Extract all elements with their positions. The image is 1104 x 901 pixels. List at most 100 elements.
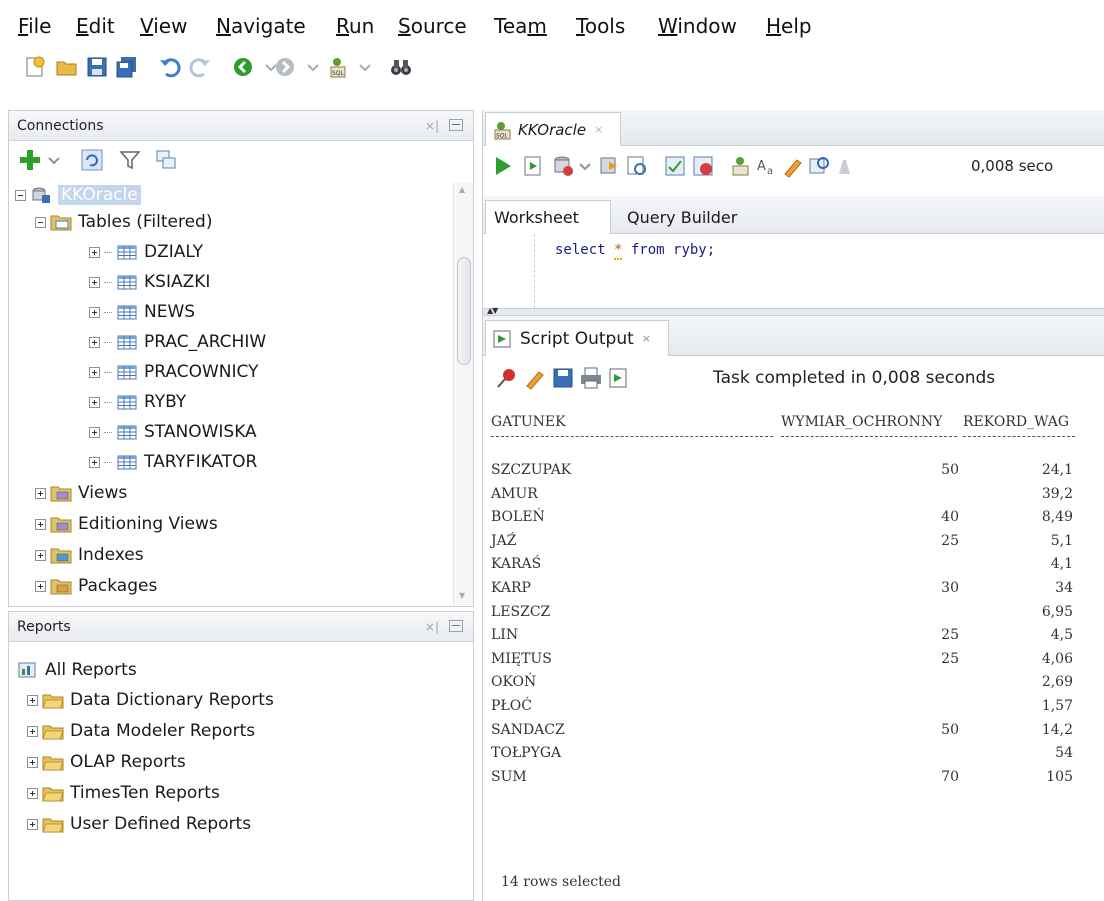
menu-navigate[interactable]: Navigate <box>216 14 306 38</box>
expand-icon[interactable] <box>89 456 100 468</box>
connections-scrollbar[interactable]: ▲ ▼ <box>453 183 473 605</box>
scroll-down-icon[interactable]: ▼ <box>459 591 465 600</box>
open-file-icon[interactable] <box>607 366 631 390</box>
tree-node-report-folder[interactable]: TimesTen Reports <box>27 779 220 807</box>
tree-node-table[interactable]: TARYFIKATOR <box>89 448 257 476</box>
tree-node-table[interactable]: PRACOWNICY <box>89 358 258 386</box>
expand-icon[interactable] <box>35 549 46 561</box>
expand-icon[interactable] <box>89 246 100 258</box>
menu-tools[interactable]: Tools <box>576 14 625 38</box>
print-icon[interactable] <box>579 366 603 390</box>
menu-edit[interactable]: Edit <box>76 14 115 38</box>
tree-node-table[interactable]: KSIAZKI <box>89 268 210 296</box>
back-icon[interactable] <box>230 54 256 80</box>
expand-icon[interactable] <box>27 694 38 706</box>
tree-node-table[interactable]: DZIALY <box>89 238 203 266</box>
expand-icon[interactable] <box>89 366 100 378</box>
scrollbar-thumb[interactable] <box>457 257 471 365</box>
tree-node-report-folder[interactable]: Data Dictionary Reports <box>27 686 274 714</box>
redo-icon[interactable] <box>186 54 212 80</box>
open-icon[interactable] <box>54 54 80 80</box>
menu-run[interactable]: Run <box>336 14 374 38</box>
expand-icon[interactable] <box>89 306 100 318</box>
expand-icon[interactable] <box>89 396 100 408</box>
tree-node-report-folder[interactable]: OLAP Reports <box>27 748 186 776</box>
tree-node-editioning-views[interactable]: Editioning Views <box>35 510 218 538</box>
eraser-icon[interactable] <box>781 154 805 178</box>
commit-icon[interactable] <box>551 154 575 178</box>
tree-node-all-reports[interactable]: All Reports <box>17 656 137 684</box>
editor-splitter[interactable]: ▲▼ <box>483 306 1104 316</box>
chevron-down-icon[interactable] <box>352 54 378 80</box>
sql-editor[interactable]: select * from ryby; <box>483 234 1104 308</box>
tab-script-output[interactable]: Script Output × <box>485 320 669 356</box>
menu-team[interactable]: Team <box>494 14 547 38</box>
splitter-arrows-icon[interactable]: ▲▼ <box>487 306 498 315</box>
minimize-icon[interactable]: ×| <box>425 620 439 634</box>
tree-node-table[interactable]: STANOWISKA <box>89 418 257 446</box>
format-icon[interactable]: A a <box>755 154 779 178</box>
maximize-icon[interactable] <box>449 620 463 632</box>
scroll-up-icon[interactable]: ▲ <box>459 185 465 194</box>
tuning-advisor-icon[interactable] <box>833 154 857 178</box>
expand-icon[interactable] <box>89 336 100 348</box>
menu-source[interactable]: Source <box>398 14 467 38</box>
save-icon[interactable] <box>551 366 575 390</box>
minimize-icon[interactable]: ×| <box>425 119 439 133</box>
forward-icon[interactable] <box>272 54 298 80</box>
tab-kkoracle[interactable]: SQL KKOracle × <box>485 112 621 146</box>
maximize-icon[interactable] <box>449 119 463 131</box>
add-connection-icon[interactable] <box>17 147 43 173</box>
expand-icon[interactable] <box>27 818 38 830</box>
run-script-icon[interactable] <box>521 154 545 178</box>
collapse-icon[interactable] <box>35 216 46 228</box>
tree-node-table[interactable]: PRAC_ARCHIW <box>89 328 266 356</box>
tree-node-indexes[interactable]: Indexes <box>35 541 144 569</box>
sql-history-icon[interactable] <box>729 154 753 178</box>
autotrace-icon[interactable] <box>663 154 687 178</box>
menu-help[interactable]: Help <box>766 14 812 38</box>
expand-icon[interactable] <box>27 725 38 737</box>
tree-node-connection[interactable]: KKOracle <box>15 181 141 209</box>
tree-node-report-folder[interactable]: Data Modeler Reports <box>27 717 255 745</box>
rollback-icon[interactable] <box>597 154 621 178</box>
menu-file[interactable]: File <box>18 14 51 38</box>
undo-icon[interactable] <box>158 54 184 80</box>
expand-icon[interactable] <box>89 276 100 288</box>
expand-icon[interactable] <box>35 487 46 499</box>
close-icon[interactable]: × <box>642 332 651 345</box>
tree-node-report-folder[interactable]: User Defined Reports <box>27 810 251 838</box>
menu-view[interactable]: View <box>140 14 187 38</box>
eraser-icon[interactable] <box>523 366 547 390</box>
find-binoculars-icon[interactable] <box>388 54 414 80</box>
tree-node-packages[interactable]: Packages <box>35 572 157 600</box>
sql-statement[interactable]: select * from ryby; <box>555 242 715 260</box>
refresh-icon[interactable] <box>79 147 105 173</box>
tree-node-views[interactable]: Views <box>35 479 127 507</box>
close-icon[interactable]: × <box>594 123 603 136</box>
expand-icon[interactable] <box>27 756 38 768</box>
chevron-down-icon[interactable] <box>45 147 63 173</box>
tree-node-table[interactable]: NEWS <box>89 298 195 326</box>
run-statement-icon[interactable] <box>491 154 515 178</box>
tab-worksheet[interactable]: Worksheet <box>485 200 611 234</box>
chevron-down-icon[interactable] <box>300 54 326 80</box>
new-icon[interactable] <box>22 54 48 80</box>
explain-plan-icon[interactable] <box>625 154 649 178</box>
unshared-worksheet-icon[interactable] <box>807 154 831 178</box>
pin-icon[interactable] <box>495 366 519 390</box>
expand-icon[interactable] <box>89 426 100 438</box>
schema-browser-icon[interactable] <box>153 147 179 173</box>
save-icon[interactable] <box>84 54 110 80</box>
expand-icon[interactable] <box>27 787 38 799</box>
collapse-icon[interactable] <box>15 189 26 201</box>
menu-window[interactable]: Window <box>658 14 737 38</box>
sql-worksheet-icon[interactable]: SQL <box>326 54 352 80</box>
filter-icon[interactable] <box>117 147 143 173</box>
expand-icon[interactable] <box>35 518 46 530</box>
tree-node-table[interactable]: RYBY <box>89 388 186 416</box>
tree-node-tables[interactable]: Tables (Filtered) <box>35 208 212 236</box>
script-output-results[interactable]: GATUNEK WYMIAR_OCHRONNY REKORD_WAG SZCZUPAK… <box>483 400 1104 901</box>
save-all-icon[interactable] <box>114 54 140 80</box>
chevron-down-icon[interactable] <box>577 154 593 178</box>
